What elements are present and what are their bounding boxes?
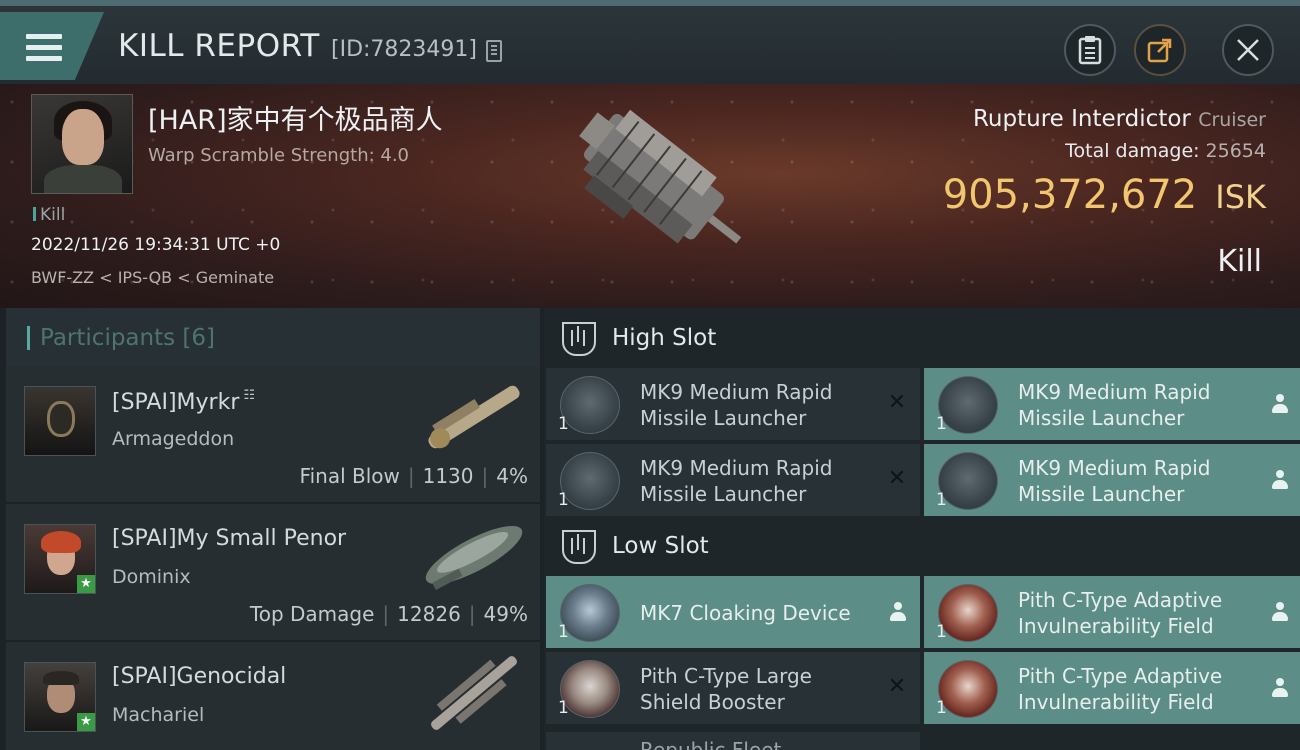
invulnerability-field-icon [938,660,998,718]
invulnerability-field-icon [938,584,998,642]
report-id: [ID:7823491] [331,37,477,62]
dropped-person-icon [1272,470,1288,490]
participant-ship-image [425,525,523,590]
clipboard-button[interactable] [1064,24,1116,76]
dropped-person-icon [1272,678,1288,698]
victim-ship-name[interactable]: Rupture Interdictor Cruiser [973,106,1266,132]
participant-row[interactable]: ★ [SPAI]My Small Penor Dominix Top Damag… [6,504,540,642]
victim-banner: [HAR]家中有个极品商人 Warp Scramble Strength: 4.… [0,84,1300,308]
high-slot-icon [562,322,596,356]
hamburger-menu-icon[interactable] [26,34,62,62]
victim-portrait[interactable] [31,94,133,194]
high-slot-modules: 1 MK9 Medium Rapid Missile Launcher ✕ 1 … [544,368,1300,516]
low-slot-header: Low Slot [544,516,1300,576]
participant-portrait[interactable] [24,386,96,456]
kill-datetime: 2022/11/26 19:34:31 UTC +0 [31,235,281,255]
module-name: MK9 Medium Rapid Missile Launcher [1018,456,1211,506]
dropped-person-icon [1272,602,1288,622]
module-quantity: 1 [558,698,569,718]
cloaking-device-icon [560,584,620,642]
victim-detail: Warp Scramble Strength: 4.0 [148,145,410,166]
participant-name: [SPAI]Myrkr ☷ [112,388,256,415]
fleet-icon: ☷ [243,388,256,403]
participant-row[interactable]: [SPAI]Myrkr ☷ Armageddon Final Blow | 1130 |… [6,366,540,504]
module-item[interactable]: 1 MK9 Medium Rapid Missile Launcher ✕ [546,368,920,440]
low-slot-title: Low Slot [612,533,709,559]
close-button[interactable] [1222,24,1274,76]
missile-launcher-icon [560,452,620,510]
module-quantity: 1 [936,490,947,510]
shield-booster-icon [560,660,620,718]
participant-stats: Final Blow | 1130 | 4% [299,464,528,488]
fitting-panel: High Slot 1 MK9 Medium Rapid Missile Lau… [544,308,1300,750]
module-quantity: 1 [936,622,947,642]
participant-name: [SPAI]My Small Penor [112,526,347,551]
participant-ship-image [428,385,520,449]
participants-header[interactable]: Participants [6] [6,308,540,366]
low-slot-icon [562,530,596,564]
module-name: MK9 Medium Rapid Missile Launcher [640,456,833,506]
module-quantity: 1 [936,698,947,718]
high-slot-header: High Slot [544,308,1300,368]
module-quantity: 1 [558,622,569,642]
dropped-person-icon [1272,394,1288,414]
module-item[interactable]: 1 MK7 Cloaking Device [546,576,920,648]
destroyed-icon: ✕ [887,674,907,699]
module-item[interactable]: 1 MK9 Medium Rapid Missile Launcher ✕ [546,444,920,516]
star-badge-icon: ★ [77,575,95,593]
low-slot-modules: 1 MK7 Cloaking Device 1 Pith C-Type Adap… [544,576,1300,724]
module-item[interactable]: 1 Pith C-Type Adaptive Invulnerability F… [924,652,1300,724]
total-damage: Total damage: 25654 [1065,140,1266,162]
module-name: MK7 Cloaking Device [640,601,851,625]
star-badge-icon: ★ [77,713,95,731]
dropped-person-icon [890,602,906,622]
participant-name: [SPAI]Genocidal [112,664,287,689]
module-item[interactable]: 1 MK9 Medium Rapid Missile Launcher [924,444,1300,516]
module-item[interactable]: 1 MK9 Medium Rapid Missile Launcher [924,368,1300,440]
share-icon [1147,38,1172,63]
participant-row[interactable]: ★ [SPAI]Genocidal Machariel [6,642,540,750]
module-name: Pith C-Type Adaptive Invulnerability Fie… [1018,588,1223,638]
missile-launcher-icon [560,376,620,434]
victim-ship-image [579,109,742,244]
victim-name[interactable]: [HAR]家中有个极品商人 [148,98,443,137]
module-name: Pith C-Type Adaptive Invulnerability Fie… [1018,664,1223,714]
module-name: MK9 Medium Rapid Missile Launcher [640,380,833,430]
high-slot-title: High Slot [612,325,717,351]
missile-launcher-icon [938,452,998,510]
title-bar: KILL REPORT [ID:7823491] [0,0,1300,84]
participants-panel: Participants [6] [SPAI]Myrkr ☷ Armageddon… [6,308,540,750]
isk-value: 905,372,672 ISK [942,172,1266,218]
participant-stats: Top Damage | 12826 | 49% [249,602,528,626]
participant-portrait[interactable]: ★ [24,662,96,732]
copy-id-icon[interactable] [486,40,502,62]
close-icon [1237,39,1259,61]
module-name: Republic Fleet [640,738,782,750]
module-quantity: 1 [558,490,569,510]
destroyed-icon: ✕ [887,466,907,491]
participant-ship: Machariel [112,704,205,726]
participants-title: Participants [6] [40,325,215,351]
destroyed-icon: ✕ [887,390,907,415]
module-item[interactable]: 1 Pith C-Type Adaptive Invulnerability F… [924,576,1300,648]
module-item[interactable]: 1 Pith C-Type Large Shield Booster ✕ [546,652,920,724]
module-quantity: 1 [558,414,569,434]
menu-button[interactable] [0,12,104,80]
page-title: KILL REPORT [118,28,320,64]
clipboard-icon [1078,36,1102,65]
participant-ship-image [431,656,517,730]
participant-ship: Armageddon [112,428,235,450]
kill-tag: Kill [33,205,65,225]
share-button[interactable] [1134,24,1186,76]
participant-ship: Dominix [112,566,191,588]
participant-portrait[interactable]: ★ [24,524,96,594]
module-item-partial[interactable]: Republic Fleet [546,732,920,750]
missile-launcher-icon [938,376,998,434]
module-name: MK9 Medium Rapid Missile Launcher [1018,380,1211,430]
module-quantity: 1 [936,414,947,434]
result-label: Kill [1217,244,1262,279]
kill-location: BWF-ZZ < IPS-QB < Geminate [31,268,275,287]
module-name: Pith C-Type Large Shield Booster [640,664,812,714]
